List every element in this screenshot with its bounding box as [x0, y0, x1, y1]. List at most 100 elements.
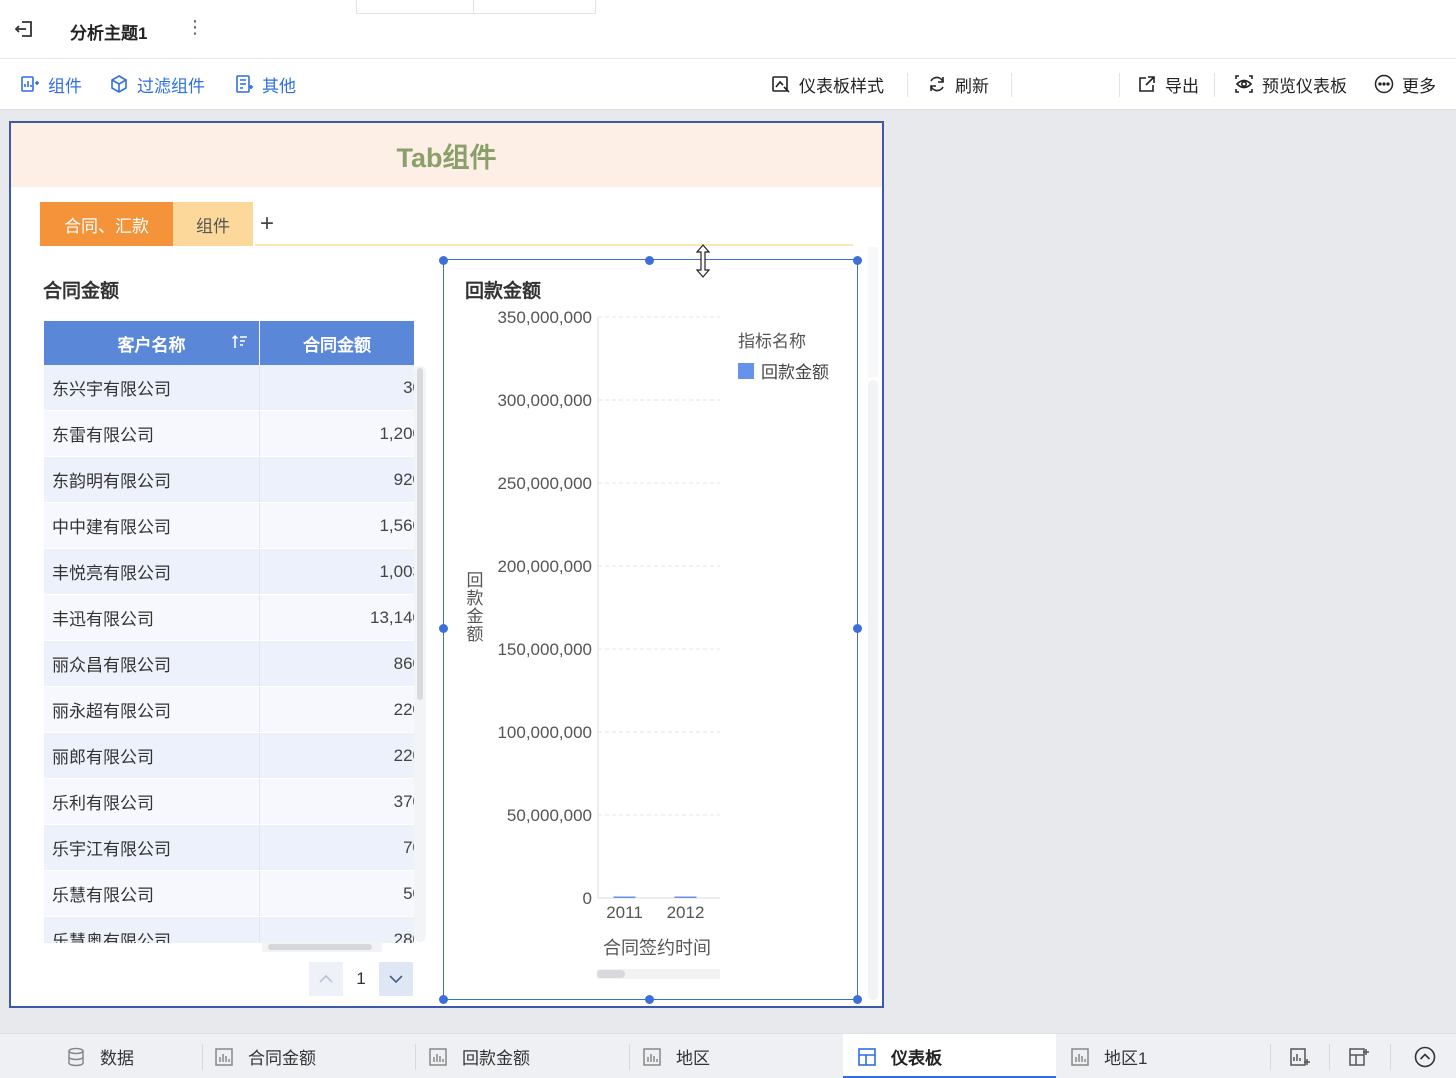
y-tick-label: 300,000,000	[497, 391, 592, 410]
resize-vertical-cursor-icon	[695, 244, 711, 278]
bottom-divider	[1270, 1044, 1271, 1070]
other-button[interactable]: 其他	[234, 72, 296, 96]
chart-zoom-bar[interactable]	[597, 969, 720, 979]
table-row[interactable]: 东韵明有限公司 920	[44, 457, 414, 503]
page-up-button[interactable]	[309, 962, 343, 996]
filter-component-label: 过滤组件	[137, 76, 205, 96]
cell-contract-amount: 220	[260, 687, 414, 732]
dashboard-icon	[858, 1047, 876, 1066]
add-component-icon[interactable]	[1289, 1046, 1311, 1068]
filter-component-button[interactable]: 过滤组件	[109, 72, 205, 96]
toolbar-divider	[1119, 73, 1120, 97]
cell-contract-amount-value: 13,140	[370, 607, 414, 627]
table-horizontal-scroll-thumb[interactable]	[268, 944, 372, 950]
table-header: 客户名称 合同金额	[44, 321, 414, 365]
analysis-title[interactable]: 分析主题1	[70, 19, 147, 44]
toolbar-divider	[1214, 73, 1215, 97]
title-tab-stub	[356, 0, 596, 14]
export-label: 导出	[1165, 76, 1199, 96]
table-row[interactable]: 丽郎有限公司 220	[44, 733, 414, 779]
cell-contract-amount-value: 370	[393, 791, 414, 811]
chart-zoom-thumb[interactable]	[597, 970, 625, 978]
column-header-amount[interactable]: 合同金额	[260, 321, 414, 365]
page-down-button[interactable]	[379, 962, 413, 996]
preview-dashboard-button[interactable]: 预览仪表板	[1234, 72, 1347, 96]
sort-icon[interactable]	[231, 333, 249, 351]
table-row[interactable]: 丽众昌有限公司 860	[44, 641, 414, 687]
cell-contract-amount-value: 860	[393, 653, 414, 673]
more-label: 更多	[1402, 76, 1436, 96]
cell-contract-amount-value: 30	[403, 377, 414, 397]
bottom-tab-payment-amount[interactable]: 回款金额	[428, 1034, 628, 1078]
cell-contract-amount: 280	[260, 917, 414, 944]
bottom-divider	[629, 1044, 630, 1070]
table-row[interactable]: 中中建有限公司 1,560	[44, 503, 414, 549]
table-row[interactable]: 乐宇江有限公司 70	[44, 825, 414, 871]
cell-contract-amount-value: 920	[393, 469, 414, 489]
bottom-divider	[415, 1044, 416, 1070]
bottom-divider	[1329, 1044, 1330, 1070]
more-button[interactable]: 更多	[1374, 72, 1436, 96]
legend-item[interactable]: 回款金额	[738, 358, 829, 383]
cell-customer-name: 东雷有限公司	[44, 411, 260, 456]
bottom-tab-payment-amount-label: 回款金额	[462, 1049, 530, 1068]
cell-contract-amount: 13,140	[260, 595, 414, 640]
cell-contract-amount-value: 1,200	[379, 423, 414, 443]
export-button[interactable]: 导出	[1137, 72, 1199, 96]
cell-customer-name: 中中建有限公司	[44, 503, 260, 548]
dashboard-style-button[interactable]: 仪表板样式	[771, 72, 884, 96]
legend-label: 回款金额	[761, 363, 829, 382]
table-row[interactable]: 乐慧有限公司 50	[44, 871, 414, 917]
component-button[interactable]: 组件	[20, 72, 82, 96]
table-vertical-scroll-thumb[interactable]	[417, 368, 423, 700]
cell-contract-amount: 70	[260, 825, 414, 870]
toolbar: 组件 过滤组件 其他 仪表板样式 刷新 导出 预览仪表板 更多	[0, 59, 1456, 152]
x-tick-label: 2012	[667, 903, 705, 922]
refresh-icon	[930, 76, 944, 92]
y-tick-label: 100,000,000	[497, 723, 592, 742]
tab-underline	[255, 244, 853, 246]
dashboard-scrollbar[interactable]	[868, 380, 878, 1000]
table-row[interactable]: 乐利有限公司 370	[44, 779, 414, 825]
component-icon	[21, 76, 39, 92]
component-label: 组件	[48, 76, 82, 96]
bottom-tab-contract-amount-label: 合同金额	[248, 1049, 316, 1068]
bar-chart-icon	[429, 1047, 447, 1066]
table-horizontal-scrollbar[interactable]	[262, 942, 382, 952]
y-tick-label: 350,000,000	[497, 308, 592, 327]
cell-customer-name: 丽郎有限公司	[44, 733, 260, 778]
bottom-tab-data[interactable]: 数据	[66, 1034, 200, 1078]
refresh-label: 刷新	[955, 76, 989, 96]
bar[interactable]	[613, 896, 636, 899]
cell-customer-name: 乐利有限公司	[44, 779, 260, 824]
bottom-tab-dashboard[interactable]: 仪表板	[843, 1034, 1056, 1078]
tab-contract-payment[interactable]: 合同、汇款	[40, 202, 173, 246]
exit-icon[interactable]	[12, 17, 36, 41]
tab-component-title: Tab组件	[396, 142, 497, 173]
refresh-button[interactable]: 刷新	[927, 72, 989, 96]
table-vertical-scrollbar[interactable]	[414, 366, 426, 942]
add-dashboard-icon[interactable]	[1348, 1046, 1370, 1068]
bottom-tab-region1[interactable]: 地区1	[1070, 1034, 1260, 1078]
table-row[interactable]: 丰迅有限公司 13,140	[44, 595, 414, 641]
bar[interactable]	[674, 896, 697, 899]
add-tab-button[interactable]: +	[255, 202, 279, 246]
other-icon	[236, 75, 253, 93]
table-row[interactable]: 丽永超有限公司 220	[44, 687, 414, 733]
more-vertical-icon[interactable]: ⋮	[186, 17, 204, 38]
table-row[interactable]: 丰悦亮有限公司 1,003	[44, 549, 414, 595]
toolbar-divider	[907, 73, 908, 97]
cell-contract-amount: 860	[260, 641, 414, 686]
column-header-customer[interactable]: 客户名称	[44, 321, 260, 365]
table-row[interactable]: 乐慧奥有限公司 280	[44, 917, 414, 943]
tab-component-2[interactable]: 组件	[173, 202, 253, 246]
x-tick-label: 2011	[606, 903, 643, 922]
cell-contract-amount: 370	[260, 779, 414, 824]
table-row[interactable]: 东雷有限公司 1,200	[44, 411, 414, 457]
legend-swatch	[738, 362, 754, 379]
bottom-tab-contract-amount[interactable]: 合同金额	[214, 1034, 414, 1078]
collapse-up-icon[interactable]	[1414, 1046, 1436, 1068]
more-icon	[1374, 74, 1394, 94]
bottom-tab-region[interactable]: 地区	[642, 1034, 842, 1078]
table-row[interactable]: 东兴宇有限公司 30	[44, 365, 414, 411]
